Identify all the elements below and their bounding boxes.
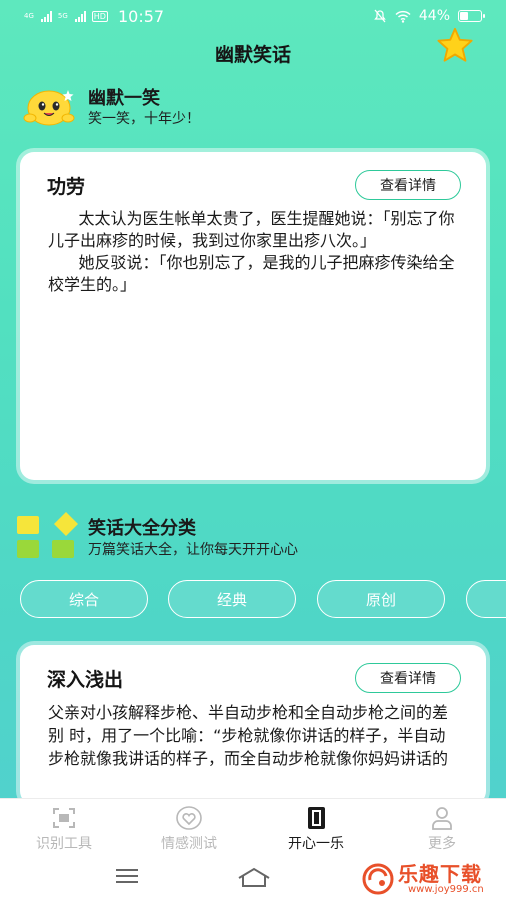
tab-comprehensive[interactable]: 综合	[20, 580, 148, 618]
joke-title: 深入浅出	[47, 669, 124, 691]
tab-classic[interactable]: 经典	[168, 580, 296, 618]
status-bar: 4G 5G HD 10:57 44%	[0, 0, 506, 32]
watermark-logo: 乐趣下载 www.joy999.cn	[360, 858, 506, 900]
battery-icon	[458, 10, 485, 22]
hero-subtitle: 笑一笑，十年少！	[88, 111, 200, 127]
watermark-text: 乐趣下载	[398, 862, 482, 886]
category-title: 笑话大全分类	[88, 518, 196, 539]
joke-body: 父亲对小孩解释步枪、半自动步枪和全自动步枪之间的差别 时，用了一个比喻：“步枪就…	[48, 703, 449, 768]
scan-icon	[53, 808, 75, 828]
nav-label: 开心一乐	[288, 836, 344, 852]
page-title: 幽默笑话	[214, 44, 291, 66]
joke-title: 功劳	[47, 176, 86, 198]
tab-original[interactable]: 原创	[317, 580, 445, 618]
menu-icon[interactable]	[114, 866, 140, 886]
category-subtitle: 万篇笑话大全，让你每天开开心心	[88, 542, 298, 558]
tab-more[interactable]	[466, 580, 506, 618]
nav-label: 识别工具	[36, 836, 92, 852]
user-icon	[432, 807, 452, 830]
view-detail-button[interactable]: 查看详情	[355, 170, 461, 200]
category-tabs: 综合 经典 原创	[20, 580, 506, 620]
joke-card[interactable]: 功劳 查看详情 太太认为医生帐单太贵了，医生提醒她说：「别忘了你儿子出麻疹的时候…	[20, 152, 486, 480]
joke-card[interactable]: 深入浅出 查看详情 父亲对小孩解释步枪、半自动步枪和全自动步枪之间的差别 时，用…	[20, 645, 486, 805]
view-detail-button[interactable]: 查看详情	[355, 663, 461, 693]
heart-icon	[176, 806, 202, 830]
nav-item-happy-fun[interactable]: 开心一乐	[266, 805, 366, 857]
nav-label: 更多	[428, 836, 456, 852]
category-header: 笑话大全分类 万篇笑话大全，让你每天开开心心	[16, 510, 436, 562]
nav-label: 情感测试	[161, 836, 217, 852]
status-left: 4G 5G HD 10:57	[24, 7, 164, 26]
bottom-nav: 识别工具 情感测试 开心一乐 更多	[0, 798, 506, 856]
wifi-icon	[395, 10, 411, 23]
star-icon[interactable]	[436, 26, 474, 64]
battery-percent: 44%	[418, 8, 450, 24]
network-type-2: 5G	[57, 11, 68, 20]
hd-badge: HD	[91, 10, 108, 22]
home-icon[interactable]	[236, 866, 272, 888]
network-type-1: 4G	[24, 11, 34, 20]
nav-item-recognition-tools[interactable]: 识别工具	[14, 805, 114, 857]
signal-icon	[40, 10, 52, 22]
battery-fill	[460, 12, 468, 20]
smiley-mascot-icon	[23, 90, 75, 126]
category-blocks-icon	[17, 512, 78, 558]
nav-item-more[interactable]: 更多	[392, 805, 492, 857]
hero-title: 幽默一笑	[88, 88, 160, 109]
status-time: 10:57	[117, 6, 165, 26]
status-right: 44%	[373, 8, 485, 24]
signal-icon-2	[74, 10, 86, 22]
mute-icon	[374, 9, 386, 23]
watermark-url: www.joy999.cn	[408, 884, 484, 895]
nav-item-emotion-test[interactable]: 情感测试	[139, 805, 239, 857]
hero-banner: 幽默一笑 笑一笑，十年少！	[22, 82, 322, 132]
watermark-logo-icon	[362, 863, 394, 895]
joke-body: 太太认为医生帐单太贵了，医生提醒她说：「别忘了你儿子出麻疹的时候，我到过你家里出…	[48, 209, 455, 294]
notebook-icon	[308, 807, 325, 829]
